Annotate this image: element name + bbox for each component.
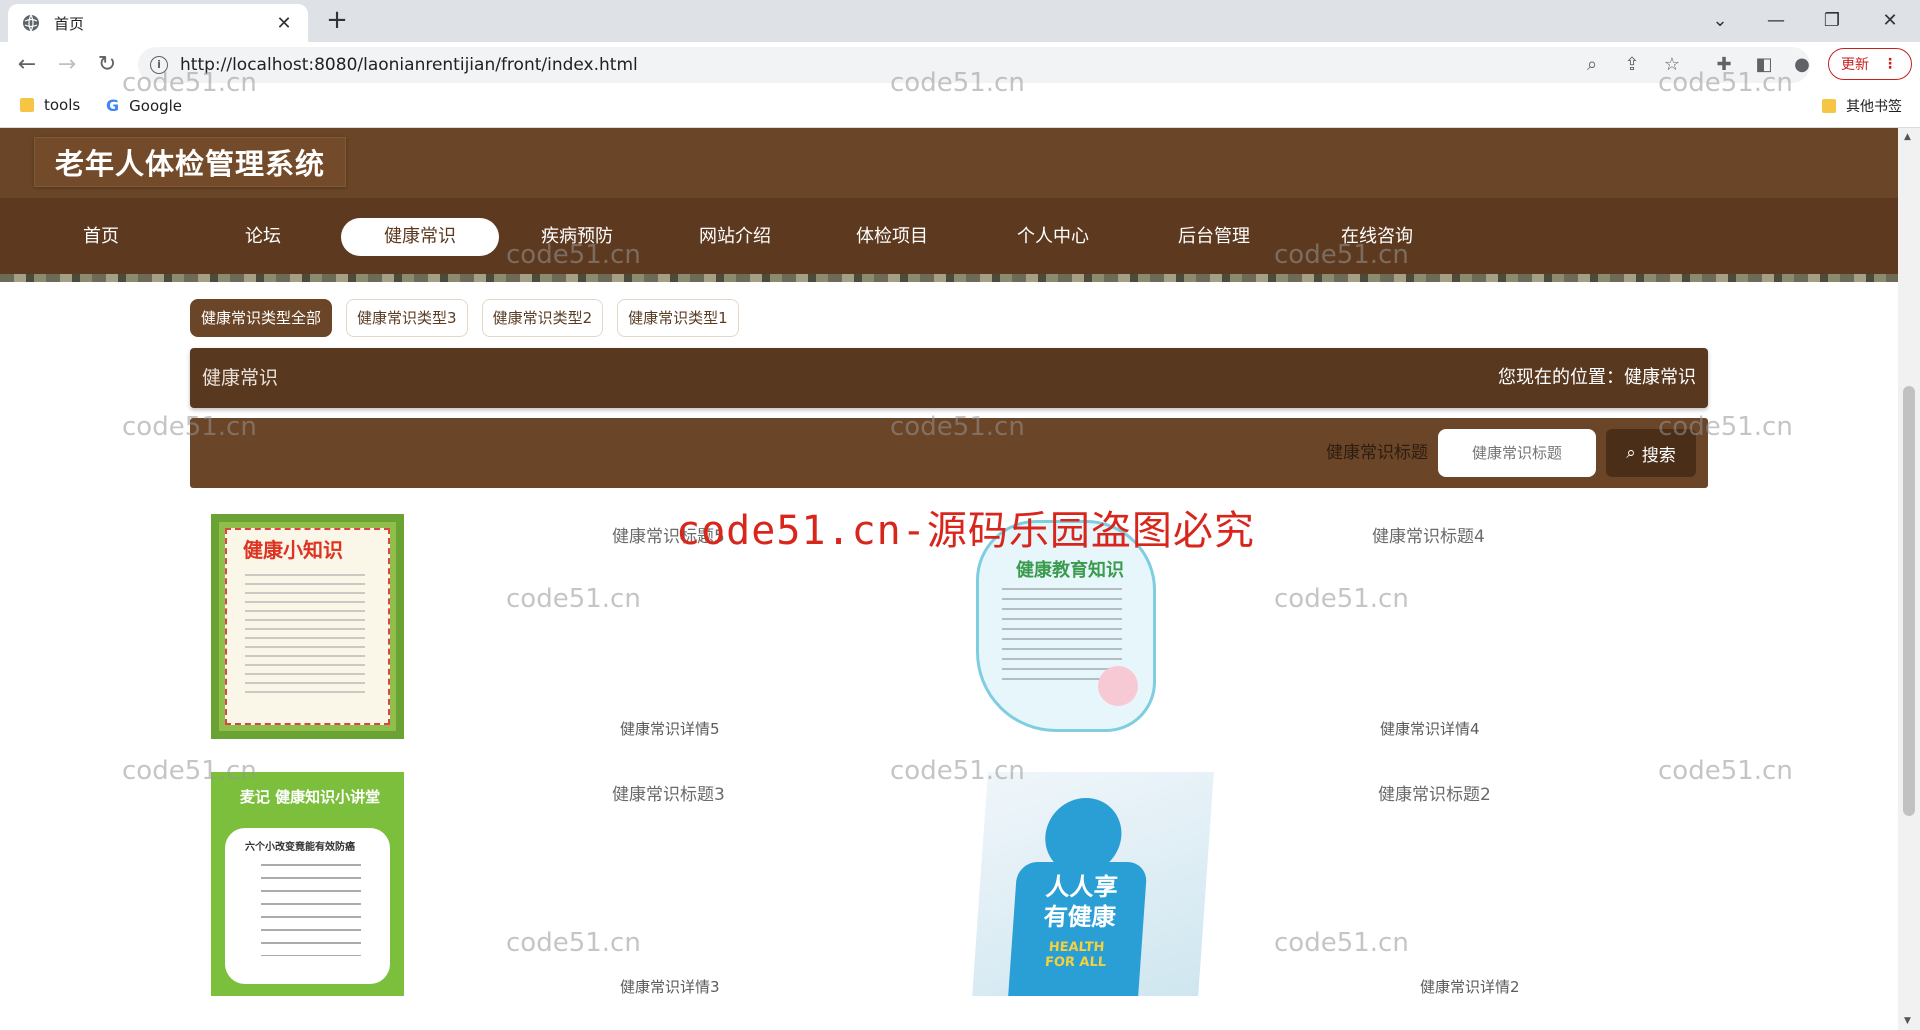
new-tab-icon[interactable]: + [322,6,352,36]
main-nav: 首页 论坛 健康常识 疾病预防 网站介绍 体检项目 个人中心 后台管理 在线咨询 [0,198,1898,274]
profile-icon[interactable]: ● [1788,51,1816,79]
close-window-icon[interactable]: ✕ [1870,6,1910,36]
section-title: 健康常识 [202,367,279,389]
extensions-icon[interactable]: ✚ [1710,51,1738,79]
forward-icon[interactable]: → [52,50,82,80]
card-title-3[interactable]: 健康常识标题3 [612,780,725,805]
filter-type1[interactable]: 健康常识类型1 [617,299,739,337]
nav-item-forum[interactable]: 论坛 [224,218,302,256]
card-image-4-text: 人人享有健康 [1042,873,1119,931]
card-title-4[interactable]: 健康常识标题2 [1378,780,1491,805]
bookmarks-bar: tools G Google 其他书签 [0,88,1920,128]
search-button-label: 搜索 [1641,445,1676,466]
bookmark-label: tools [44,96,81,114]
card-title-1[interactable]: 健康常识标题5 [612,522,725,547]
filter-type2[interactable]: 健康常识类型2 [481,299,604,337]
card-image-3-text: 麦记 健康知识小讲堂 [239,788,381,806]
card-detail-3: 健康常识详情3 [620,978,720,996]
card-image-1-text: 健康小知识 [243,538,343,562]
tab-search-icon[interactable]: ⌄ [1700,6,1740,36]
nav-item-health-knowledge[interactable]: 健康常识 [341,218,499,256]
card-image-3[interactable]: 麦记 健康知识小讲堂 六个小改变竟能有效防癌 [211,772,404,996]
zoom-icon[interactable]: ⌕ [1578,51,1606,79]
url-text[interactable]: http://localhost:8080/laonianrentijian/f… [180,55,638,75]
card-image-1[interactable]: 健康小知识 [211,514,404,739]
site-info-icon[interactable]: i [150,56,168,74]
current-position: 您现在的位置：健康常识 [1498,367,1696,388]
search-panel: 健康常识标题 ⌕ 搜索 [190,418,1708,488]
bookmark-star-icon[interactable]: ☆ [1658,51,1686,79]
page-scrollbar[interactable]: ▲ ▼ [1898,128,1920,1030]
update-button[interactable]: 更新 ⋮ [1828,48,1912,80]
menu-dots-icon: ⋮ [1883,56,1897,72]
page-viewport: 老年人体检管理系统 首页 论坛 健康常识 疾病预防 网站介绍 体检项目 个人中心… [0,128,1898,1030]
card-image-4[interactable]: 人人享有健康 HEALTH FOR ALL [972,772,1214,996]
close-tab-icon[interactable]: ✕ [274,13,294,34]
bookmark-google[interactable]: G Google [106,96,182,115]
globe-icon [23,14,39,32]
nav-item-consult[interactable]: 在线咨询 [1330,218,1424,256]
bookmark-label: Google [129,96,183,115]
search-input[interactable] [1438,429,1596,477]
nav-item-admin[interactable]: 后台管理 [1167,218,1261,256]
bookmark-tools[interactable]: tools [20,96,80,114]
folder-icon [20,98,34,112]
breadcrumb: 健康常识 您现在的位置：健康常识 [190,348,1708,408]
nav-item-disease-prevention[interactable]: 疾病预防 [530,218,624,256]
filter-all[interactable]: 健康常识类型全部 [190,299,333,337]
search-label: 健康常识标题 [1326,443,1428,463]
nav-item-exam-items[interactable]: 体检项目 [845,218,939,256]
nav-item-home[interactable]: 首页 [62,218,140,256]
other-bookmarks[interactable]: 其他书签 [1822,96,1902,116]
scroll-up-icon[interactable]: ▲ [1904,132,1911,142]
scroll-down-icon[interactable]: ▼ [1904,1016,1911,1026]
omnibox[interactable]: i http://localhost:8080/laonianrentijian… [138,47,1810,83]
card-detail-2: 健康常识详情4 [1380,720,1480,738]
card-image-3-subtext: 六个小改变竟能有效防癌 [245,842,355,853]
card-title-2[interactable]: 健康常识标题4 [1372,522,1485,547]
nav-item-site-intro[interactable]: 网站介绍 [688,218,782,256]
search-button[interactable]: ⌕ 搜索 [1606,429,1696,477]
share-icon[interactable]: ⇪ [1618,51,1646,79]
google-icon: G [106,96,120,115]
sidepanel-icon[interactable]: ◧ [1750,51,1778,79]
scroll-thumb[interactable] [1903,386,1915,816]
tab-title: 首页 [54,14,85,33]
search-icon: ⌕ [1626,443,1636,463]
minimize-icon[interactable]: — [1756,6,1796,36]
site-title: 老年人体检管理系统 [34,137,347,187]
browser-tabbar: 首页 ✕ + ⌄ — ❐ ✕ [0,0,1920,42]
nav-item-personal-center[interactable]: 个人中心 [1006,218,1100,256]
card-image-4-subtext: HEALTH FOR ALL [1044,940,1107,970]
back-icon[interactable]: ← [12,50,42,80]
card-image-2[interactable]: 健康教育知识 [972,516,1160,736]
card-detail-4: 健康常识详情2 [1420,978,1520,996]
address-bar-row: ← → ↻ i http://localhost:8080/laonianren… [0,42,1920,88]
banner-strip [0,274,1898,282]
card-detail-1: 健康常识详情5 [620,720,720,738]
update-label: 更新 [1841,57,1869,73]
browser-tab[interactable]: 首页 ✕ [8,4,308,42]
folder-icon [1822,99,1836,113]
other-bookmarks-label: 其他书签 [1846,99,1902,115]
filter-type3[interactable]: 健康常识类型3 [346,299,468,337]
reload-icon[interactable]: ↻ [92,50,122,80]
restore-icon[interactable]: ❐ [1812,6,1852,36]
card-image-2-text: 健康教育知识 [1016,560,1124,581]
type-filters: 健康常识类型全部 健康常识类型3 健康常识类型2 健康常识类型1 [190,299,739,337]
site-header: 老年人体检管理系统 [0,128,1898,198]
